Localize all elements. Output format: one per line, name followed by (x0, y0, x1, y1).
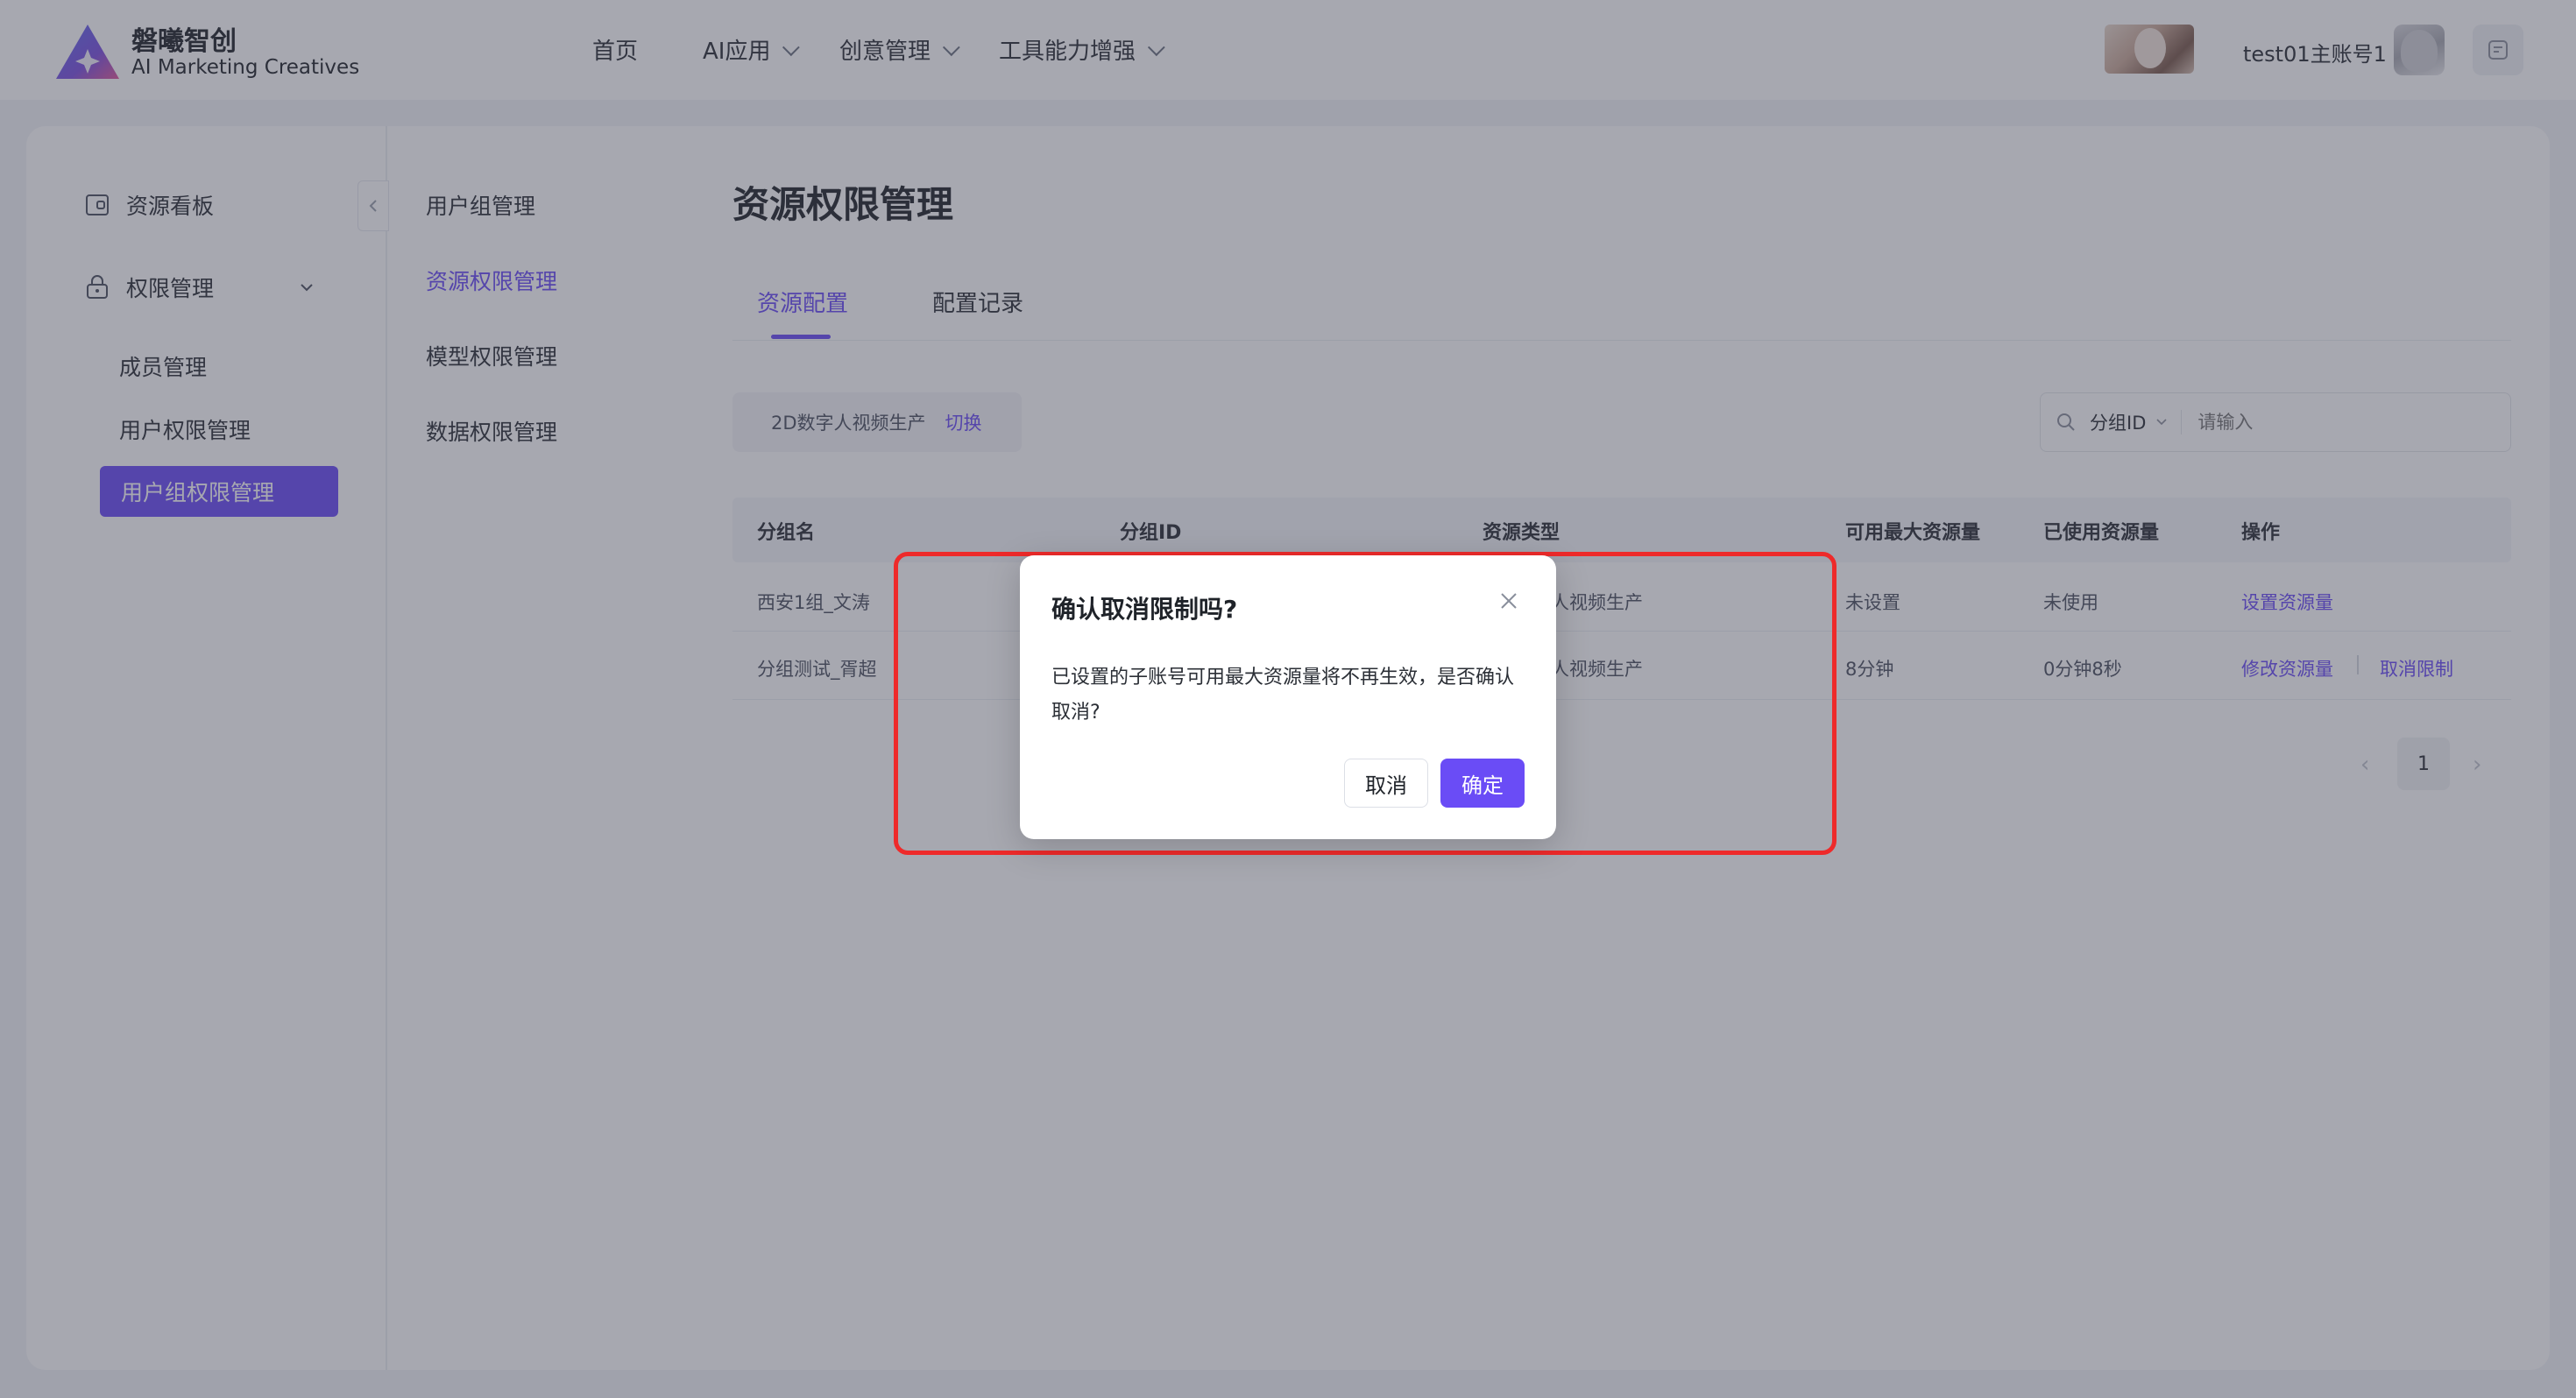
dialog-message: 已设置的子账号可用最大资源量将不再生效，是否确认取消? (1051, 667, 1515, 724)
cancel-button[interactable]: 取消 (1344, 759, 1428, 808)
close-button[interactable] (1495, 587, 1523, 615)
confirm-dialog: 确认取消限制吗? 已设置的子账号可用最大资源量将不再生效，是否确认取消? 取消 … (1020, 555, 1556, 839)
confirm-button[interactable]: 确定 (1440, 759, 1525, 808)
close-icon (1501, 593, 1517, 609)
dialog-title: 确认取消限制吗? (1051, 595, 1238, 624)
